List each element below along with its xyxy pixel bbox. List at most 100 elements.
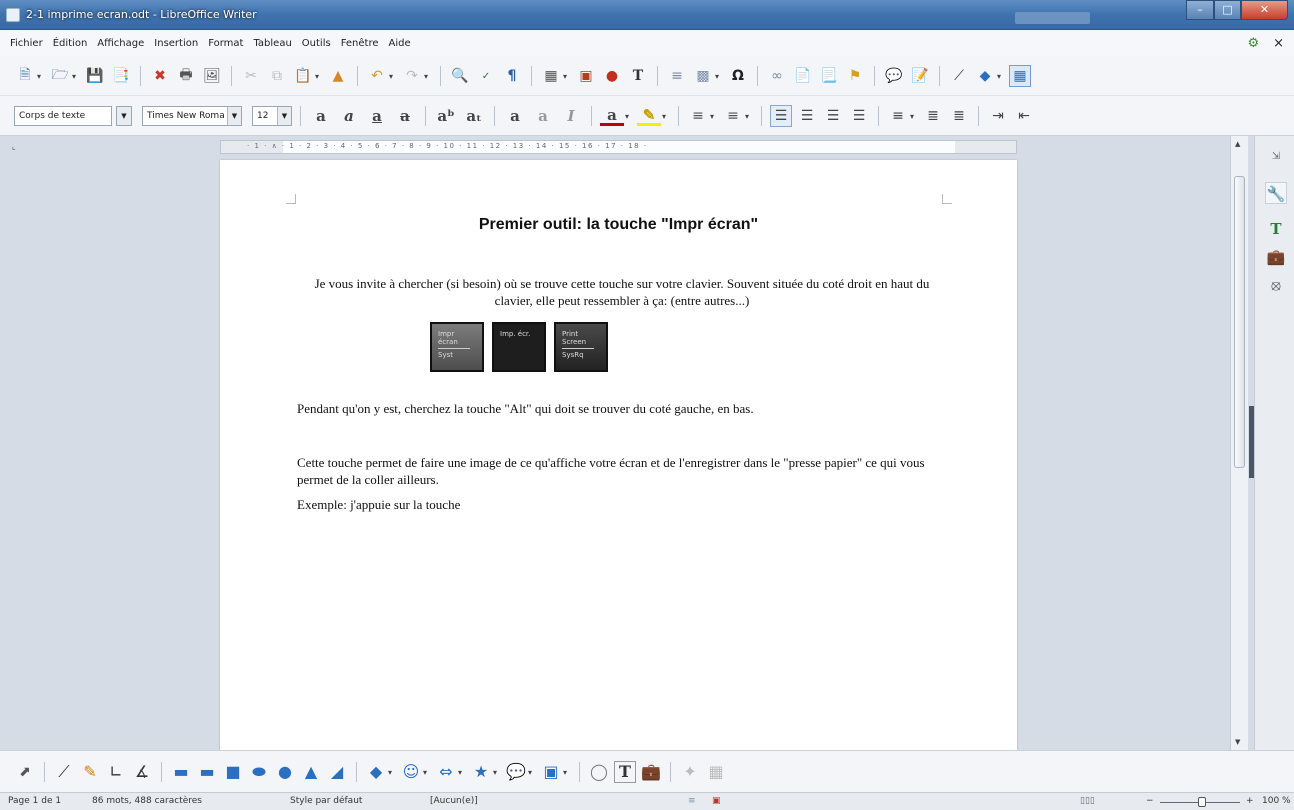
menu-tableau[interactable]: Tableau: [253, 38, 291, 49]
basic-shapes-tool-icon[interactable]: ◆: [365, 761, 387, 783]
insert-table-icon[interactable]: ▦: [540, 65, 562, 87]
print-preview-icon[interactable]: 🖼: [201, 65, 223, 87]
horizontal-ruler[interactable]: · 1 · ∧ · 1 · 2 · 3 · 4 · 5 · 6 · 7 · 8 …: [220, 140, 1017, 154]
find-replace-icon[interactable]: 🔍: [449, 65, 471, 87]
comment-icon[interactable]: 💬: [883, 65, 905, 87]
align-right-icon[interactable]: ☰: [822, 105, 844, 127]
minimize-button[interactable]: –: [1186, 0, 1214, 20]
circle-icon[interactable]: ●: [274, 761, 296, 783]
properties-icon[interactable]: 🔧: [1265, 182, 1287, 204]
bullet-list-dropdown-arrow[interactable]: ▾: [710, 112, 718, 121]
page-break-icon[interactable]: ≡: [666, 65, 688, 87]
extension-icon[interactable]: ⚙: [1247, 36, 1259, 51]
field-dropdown-arrow[interactable]: ▾: [715, 72, 723, 81]
insert-textbox-icon[interactable]: T: [627, 65, 649, 87]
block-arrows-dropdown-arrow[interactable]: ▾: [458, 768, 466, 777]
decrease-indent-icon[interactable]: ⇤: [1013, 105, 1035, 127]
menu-edition[interactable]: Édition: [53, 38, 88, 49]
zoom-in-button[interactable]: +: [1246, 796, 1254, 806]
menu-format[interactable]: Format: [208, 38, 243, 49]
callouts-icon[interactable]: 💬: [505, 761, 527, 783]
new-dropdown-arrow[interactable]: ▾: [37, 72, 45, 81]
insert-callout-icon[interactable]: ◯: [588, 761, 610, 783]
undo-dropdown-arrow[interactable]: ▾: [389, 72, 397, 81]
show-draw-functions-icon[interactable]: ▦: [1009, 65, 1031, 87]
shapes-dropdown-arrow[interactable]: ▾: [997, 72, 1005, 81]
menu-fichier[interactable]: Fichier: [10, 38, 43, 49]
line-tool-icon[interactable]: ⟋: [53, 761, 75, 783]
right-triangle-icon[interactable]: ◢: [326, 761, 348, 783]
writer-app-icon[interactable]: [6, 8, 20, 22]
export-pdf-icon[interactable]: ✖: [149, 65, 171, 87]
gallery-icon[interactable]: 💼: [1265, 246, 1287, 268]
font-size-combo[interactable]: 12 ▼: [252, 106, 292, 126]
view-layout-icon[interactable]: ▯▯▯: [1080, 796, 1095, 806]
line-spacing-dropdown-arrow[interactable]: ▾: [910, 112, 918, 121]
font-size-dropdown[interactable]: ▼: [277, 107, 291, 125]
print-icon[interactable]: 🖶: [175, 65, 197, 87]
menu-insertion[interactable]: Insertion: [154, 38, 198, 49]
clear-formatting-icon[interactable]: I: [559, 107, 583, 125]
copy-icon[interactable]: ⧉: [266, 65, 288, 87]
zoom-out-button[interactable]: −: [1146, 796, 1154, 806]
triangle-icon[interactable]: ▲: [300, 761, 322, 783]
justify-icon[interactable]: ☰: [848, 105, 870, 127]
redo-dropdown-arrow[interactable]: ▾: [424, 72, 432, 81]
font-color-dropdown-arrow[interactable]: ▾: [625, 112, 633, 121]
fontwork-icon[interactable]: 💼: [640, 761, 662, 783]
menu-aide[interactable]: Aide: [389, 38, 411, 49]
formatting-marks-icon[interactable]: ¶: [501, 65, 523, 87]
superscript-icon[interactable]: aᵇ: [434, 107, 458, 125]
scrollbar-thumb[interactable]: [1234, 176, 1245, 468]
stars-icon[interactable]: ★: [470, 761, 492, 783]
bullet-list-icon[interactable]: ≡: [687, 105, 709, 127]
insert-chart-icon[interactable]: ●: [601, 65, 623, 87]
close-document-button[interactable]: ×: [1273, 36, 1284, 51]
scroll-up-arrow-icon[interactable]: ▲: [1235, 140, 1240, 148]
align-left-icon[interactable]: ☰: [770, 105, 792, 127]
vertical-scrollbar[interactable]: ▲ ▼: [1230, 136, 1254, 750]
increase-indent-icon[interactable]: ⇥: [987, 105, 1009, 127]
templates-dropdown-arrow[interactable]: ▾: [72, 72, 80, 81]
table-dropdown-arrow[interactable]: ▾: [563, 72, 571, 81]
page-count[interactable]: Page 1 de 1: [8, 796, 61, 806]
align-center-icon[interactable]: ☰: [796, 105, 818, 127]
sidebar-menu-icon[interactable]: ⇲: [1265, 146, 1287, 168]
page-style[interactable]: Style par défaut: [290, 796, 362, 806]
scroll-down-arrow-icon[interactable]: ▼: [1235, 738, 1240, 746]
symbol-shapes-dropdown-arrow[interactable]: ▾: [423, 768, 431, 777]
styles-icon[interactable]: T: [1265, 218, 1287, 240]
navigator-icon[interactable]: ⦻: [1265, 274, 1287, 296]
block-arrows-icon[interactable]: ⇔: [435, 761, 457, 783]
word-count[interactable]: 86 mots, 488 caractères: [92, 796, 202, 806]
points-icon[interactable]: ✦: [679, 761, 701, 783]
paragraph-style-dropdown[interactable]: ▼: [116, 106, 132, 126]
menu-outils[interactable]: Outils: [302, 38, 331, 49]
paste-dropdown-arrow[interactable]: ▾: [315, 72, 323, 81]
insert-mode-icon[interactable]: ≡: [688, 796, 696, 806]
paragraph-spacing-above-icon[interactable]: ≣: [922, 105, 944, 127]
insert-field-icon[interactable]: ▩: [692, 65, 714, 87]
shadow-icon[interactable]: a: [503, 107, 527, 125]
toggle-extrusion-icon[interactable]: ▦: [705, 761, 727, 783]
select-icon[interactable]: ⬈: [14, 761, 36, 783]
subscript-icon[interactable]: aₜ: [462, 107, 486, 125]
export-icon[interactable]: 📑: [110, 65, 132, 87]
special-character-icon[interactable]: Ω: [727, 65, 749, 87]
spelling-icon[interactable]: ✓: [475, 65, 497, 87]
paragraph-style-combo[interactable]: Corps de texte: [14, 106, 112, 126]
zoom-slider-handle[interactable]: [1198, 797, 1206, 807]
bold-icon[interactable]: a: [309, 107, 333, 125]
italic-icon[interactable]: a: [337, 107, 361, 125]
ellipse-icon[interactable]: ⬬: [248, 761, 270, 783]
menu-affichage[interactable]: Affichage: [97, 38, 144, 49]
clone-formatting-icon[interactable]: ▲: [327, 65, 349, 87]
save-icon[interactable]: 💾: [84, 65, 106, 87]
cut-icon[interactable]: ✂: [240, 65, 262, 87]
line-spacing-icon[interactable]: ≡: [887, 105, 909, 127]
new-document-icon[interactable]: 🗎: [14, 65, 36, 87]
undo-icon[interactable]: ↶: [366, 65, 388, 87]
language[interactable]: [Aucun(e)]: [430, 796, 478, 806]
symbol-shapes-icon[interactable]: ☺: [400, 761, 422, 783]
line-icon[interactable]: ⟋: [948, 65, 970, 87]
